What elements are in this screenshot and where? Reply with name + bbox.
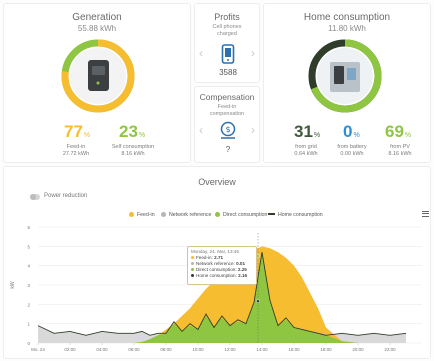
svg-text:$: $ (225, 125, 230, 134)
home-title: Home consumption (303, 12, 391, 23)
hover-point-home (256, 299, 260, 304)
y-tick-label: 3 (27, 283, 30, 288)
profits-next-arrow[interactable]: › (251, 46, 255, 60)
y-tick-label: 5 (27, 244, 30, 249)
battery-caption: from battery 0.00 kWh (337, 144, 367, 157)
y-tick-label: 2 (27, 302, 30, 307)
grid-percent: 31% (294, 122, 321, 141)
feed-in-caption: Feed-in 27.72 kWh (62, 144, 90, 157)
dashboard: Generation 55.88 kWh 77% 23% Feed-in 27.… (0, 0, 434, 361)
x-tick-label: Mo. 24 (31, 347, 45, 352)
x-tick-label: 18:00 (320, 347, 332, 352)
y-tick-label: 1 (27, 322, 30, 327)
generation-title: Generation (72, 12, 122, 23)
self-consumption-percent: 23% (119, 122, 146, 141)
y-axis-label: kW (10, 281, 16, 289)
x-tick-label: 12:00 (224, 347, 236, 352)
overview-title: Overview (198, 177, 236, 187)
legend-feed-in[interactable]: Feed-in (129, 212, 155, 218)
legend-direct-consumption[interactable]: Direct consumption (215, 212, 267, 218)
compensation-prev-arrow[interactable]: ‹ (199, 123, 203, 137)
compensation-next-arrow[interactable]: › (251, 123, 255, 137)
pv-percent: 69% (385, 122, 412, 141)
x-tick-label: 22:00 (384, 347, 396, 352)
pv-caption: from PV 8.16 kWh (388, 144, 412, 157)
profits-value: 3588 (219, 68, 237, 77)
chart-tooltip: Monday, 24. Mar, 13:45 Feed-in: 2.71 Net… (187, 246, 257, 285)
grid-caption: from grid 0.64 kWh (294, 144, 318, 157)
chart-menu-icon[interactable] (422, 211, 429, 217)
x-tick-label: 16:00 (288, 347, 300, 352)
compensation-caption: Feed-in compensation (209, 104, 245, 117)
profits-card[interactable]: Profits Cell phones charged ‹ › 3588 (194, 3, 260, 83)
home-consumption-card[interactable]: Home consumption 11.80 kWh 31% 0% 69% fr… (263, 3, 431, 163)
generation-donut (61, 39, 135, 113)
battery-percent: 0% (343, 122, 360, 141)
x-tick-label: 06:00 (128, 347, 140, 352)
x-tick-label: 10:00 (192, 347, 204, 352)
x-tick-label: 04:00 (96, 347, 108, 352)
profits-prev-arrow[interactable]: ‹ (199, 46, 203, 60)
inverter-icon (88, 60, 109, 91)
x-tick-label: 14:00 (256, 347, 268, 352)
y-tick-label: 4 (27, 264, 30, 269)
compensation-card[interactable]: Compensation Feed-in compensation ‹ › $ … (194, 86, 260, 163)
profits-caption: Cell phones charged (212, 24, 242, 37)
toggle-knob (30, 194, 36, 200)
tooltip-row-home: Home consumption: 2.16 (191, 273, 253, 279)
y-tick-label: 0 (27, 341, 30, 346)
phone-icon (221, 44, 235, 64)
self-consumption-caption: Self consumption 8.16 kWh (111, 144, 155, 157)
y-tick-label: 6 (27, 225, 30, 230)
generation-value: 55.88 kWh (77, 24, 117, 33)
overview-card: Overview Power reduction Feed-in Network… (3, 166, 431, 359)
money-icon: $ (220, 121, 236, 139)
power-reduction-toggle[interactable] (30, 194, 40, 200)
feed-in-percent: 77% (64, 122, 91, 141)
overview-chart[interactable]: 0 1 2 3 4 5 6 kW Mo. 24 02:00 04:00 06:00 08:00 10:00… (4, 219, 432, 359)
x-tick-label: 08:00 (160, 347, 172, 352)
x-tick-label: 02:00 (64, 347, 76, 352)
x-tick-label: 20:00 (352, 347, 364, 352)
power-reduction-label: Power reduction (44, 193, 88, 199)
compensation-title: Compensation (199, 92, 255, 102)
generation-card[interactable]: Generation 55.88 kWh 77% 23% Feed-in 27.… (3, 3, 191, 163)
legend-network-reference[interactable]: Network reference (161, 212, 211, 218)
legend-home-consumption[interactable]: Home consumption (268, 212, 323, 218)
home-donut (308, 39, 382, 113)
hover-point-direct (256, 254, 260, 258)
profits-title: Profits (214, 12, 240, 22)
compensation-value: ? (225, 145, 231, 154)
home-value: 11.80 kWh (328, 24, 366, 33)
